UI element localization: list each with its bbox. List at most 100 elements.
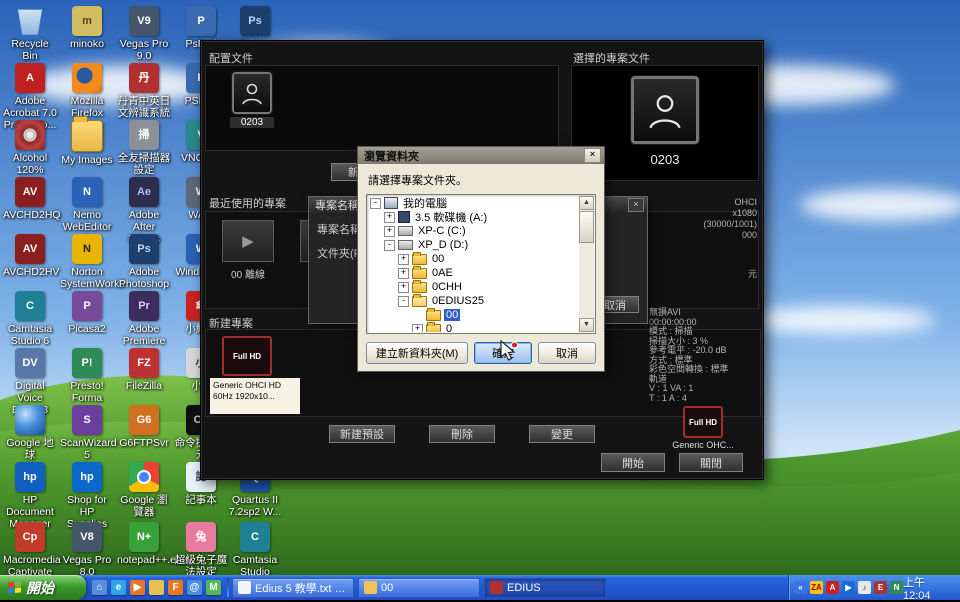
tree-item-label[interactable]: 00 bbox=[430, 253, 446, 265]
tree-expand-toggle[interactable]: + bbox=[412, 324, 423, 333]
fullhd-preset-icon[interactable]: Full HD bbox=[222, 336, 272, 376]
desktop-icon[interactable]: Mozilla Firefox bbox=[60, 63, 114, 119]
preset-info-unit: 元 bbox=[649, 269, 757, 280]
desktop-icon[interactable]: FZ FileZilla bbox=[117, 348, 171, 392]
tree-item-label[interactable]: 0 bbox=[444, 323, 454, 332]
tree-expand-toggle[interactable]: - bbox=[398, 296, 409, 307]
scroll-up-icon[interactable]: ▲ bbox=[579, 196, 594, 210]
desktop-icon[interactable]: 丹 丹青中英日文辨識系統 bbox=[117, 63, 171, 119]
cancel-button[interactable]: 取消 bbox=[538, 342, 596, 364]
desktop-icon[interactable]: AV AVCHD2HV bbox=[3, 234, 57, 278]
taskbar-clock[interactable]: 上午 12:04 bbox=[903, 574, 960, 602]
create-new-folder-button[interactable]: 建立新資料夾(M) bbox=[366, 342, 468, 364]
desktop-icon-label: Camtasia Studio 6 bbox=[3, 323, 57, 347]
tree-expand-toggle[interactable]: + bbox=[384, 226, 395, 237]
close-button[interactable]: 關閉 bbox=[679, 453, 743, 472]
desktop-icon[interactable]: N Norton SystemWorks bbox=[60, 234, 114, 290]
recent-project-item[interactable]: ▶ 00 離線 bbox=[216, 220, 280, 308]
show-desktop-icon[interactable]: ⌂ bbox=[92, 580, 107, 595]
desktop-icon[interactable]: Google 瀏覽器 bbox=[117, 462, 171, 518]
network-tray-icon[interactable]: N bbox=[890, 581, 903, 594]
tree-item[interactable]: 00 bbox=[368, 308, 579, 322]
desktop-icon-image: Ps bbox=[129, 234, 159, 264]
desktop-icon[interactable]: 兔 超級兔子魔法設定 bbox=[174, 522, 228, 575]
desktop-icon[interactable]: m minoko bbox=[60, 6, 114, 50]
desktop-icon[interactable]: N+ notepad++.exe bbox=[117, 522, 171, 566]
tree-expand-toggle[interactable]: - bbox=[370, 198, 381, 209]
tree-item[interactable]: - 0EDIUS25 bbox=[368, 294, 579, 308]
tree-item[interactable]: + 0CHH bbox=[368, 280, 579, 294]
desktop-icon[interactable]: My Images bbox=[60, 120, 114, 166]
tree-item-label[interactable]: XP-C (C:) bbox=[416, 225, 468, 237]
windows-logo-icon bbox=[8, 581, 21, 593]
desktop-icon[interactable]: C Camtasia Studio bbox=[228, 522, 282, 575]
desktop-icon[interactable]: hp Shop for HP Supplies bbox=[60, 462, 114, 530]
tree-item-label[interactable]: XP_D (D:) bbox=[416, 239, 470, 251]
change-button[interactable]: 變更 bbox=[529, 425, 595, 443]
antivirus-tray-icon[interactable]: A bbox=[826, 581, 839, 594]
ok-button[interactable]: 確定 bbox=[474, 342, 532, 364]
profile-item[interactable]: 0203 bbox=[230, 72, 274, 128]
tree-item-label[interactable]: 0EDIUS25 bbox=[430, 295, 486, 307]
volume-tray-icon[interactable]: ♪ bbox=[858, 581, 871, 594]
player-tray-icon[interactable]: ▶ bbox=[842, 581, 855, 594]
new-preset-button[interactable]: 新建預設 bbox=[329, 425, 395, 443]
tree-item[interactable]: + 3.5 軟碟機 (A:) bbox=[368, 210, 579, 224]
tree-expand-toggle[interactable]: + bbox=[398, 254, 409, 265]
zonealarm-tray-icon[interactable]: ZA bbox=[810, 581, 823, 594]
tree-item[interactable]: - 我的電腦 bbox=[368, 196, 579, 210]
ie-icon[interactable]: e bbox=[111, 580, 126, 595]
scrollbar-thumb[interactable] bbox=[579, 211, 594, 243]
scroll-down-icon[interactable]: ▼ bbox=[579, 318, 594, 332]
desktop-icon[interactable]: P! Presto! Forma bbox=[60, 348, 114, 404]
start-button[interactable]: 開始 bbox=[601, 453, 665, 472]
folder-quicklaunch-icon[interactable] bbox=[149, 580, 164, 595]
tree-item[interactable]: + 00 bbox=[368, 252, 579, 266]
tree-expand-toggle[interactable]: + bbox=[398, 268, 409, 279]
desktop-icon[interactable]: C Camtasia Studio 6 bbox=[3, 291, 57, 347]
quick-launch-glyph: @ bbox=[190, 582, 200, 593]
desktop-icon[interactable]: Google 地球 bbox=[3, 405, 57, 461]
tree-item[interactable]: + XP-C (C:) bbox=[368, 224, 579, 238]
delete-button[interactable]: 刪除 bbox=[429, 425, 495, 443]
desktop-icon[interactable]: AV AVCHD2HQ bbox=[3, 177, 57, 221]
media-player-icon[interactable]: ▶ bbox=[130, 580, 145, 595]
tree-expand-toggle[interactable]: + bbox=[398, 282, 409, 293]
desktop-icon[interactable]: V8 Vegas Pro 8.0 bbox=[60, 522, 114, 575]
tree-scrollbar[interactable]: ▲ ▼ bbox=[579, 196, 594, 332]
close-icon[interactable]: × bbox=[628, 198, 644, 212]
desktop-icon[interactable]: Cp Macromedia Captivate bbox=[3, 522, 57, 575]
desktop-icon[interactable]: hp HP Document Manager bbox=[3, 462, 57, 530]
tree-item-label[interactable]: 3.5 軟碟機 (A:) bbox=[413, 209, 489, 225]
tree-item[interactable]: + 0AE bbox=[368, 266, 579, 280]
tree-item-icon bbox=[412, 282, 427, 293]
desktop-icon[interactable]: V9 Vegas Pro 9.0 bbox=[117, 6, 171, 62]
start-button[interactable]: 開始 bbox=[0, 575, 86, 600]
desktop-icon[interactable]: Recycle Bin bbox=[3, 6, 57, 62]
desktop-icon[interactable]: 掃 全友掃描器設定 bbox=[117, 120, 171, 176]
taskbar-task-button[interactable]: Edius 5 教學.txt - 記... bbox=[232, 578, 354, 598]
tree-item-label[interactable]: 0AE bbox=[430, 267, 455, 279]
profile-section-label: 配置文件 bbox=[209, 50, 253, 66]
messenger-icon[interactable]: M bbox=[206, 580, 221, 595]
taskbar-task-button[interactable]: EDIUS bbox=[484, 578, 606, 598]
desktop-icon-glyph: N bbox=[83, 187, 91, 198]
browse-dialog-titlebar[interactable]: 瀏覽資料夾 × bbox=[358, 147, 604, 164]
tree-expand-toggle[interactable]: - bbox=[384, 240, 395, 251]
tree-item-label[interactable]: 0CHH bbox=[430, 281, 464, 293]
hide-tray-icons-chevron[interactable]: « bbox=[794, 581, 807, 594]
edius-tray-icon[interactable]: E bbox=[874, 581, 887, 594]
tree-expand-toggle[interactable]: + bbox=[384, 212, 395, 223]
tree-item-label[interactable]: 00 bbox=[444, 309, 460, 321]
tree-item[interactable]: - XP_D (D:) bbox=[368, 238, 579, 252]
desktop-icon-glyph: Pr bbox=[138, 301, 150, 312]
desktop-icon[interactable]: P Picasa2 bbox=[60, 291, 114, 335]
firefox-quicklaunch-icon[interactable]: F bbox=[168, 580, 183, 595]
desktop-icon[interactable]: G6 G6FTPSvr bbox=[117, 405, 171, 449]
tree-item[interactable]: + 0 bbox=[368, 322, 579, 332]
desktop-icon[interactable]: Alcohol 120% bbox=[3, 120, 57, 176]
close-icon[interactable]: × bbox=[584, 148, 601, 163]
desktop-icon[interactable]: S ScanWizard 5 bbox=[60, 405, 114, 461]
taskbar-task-button[interactable]: 00 bbox=[358, 578, 480, 598]
mail-icon[interactable]: @ bbox=[187, 580, 202, 595]
